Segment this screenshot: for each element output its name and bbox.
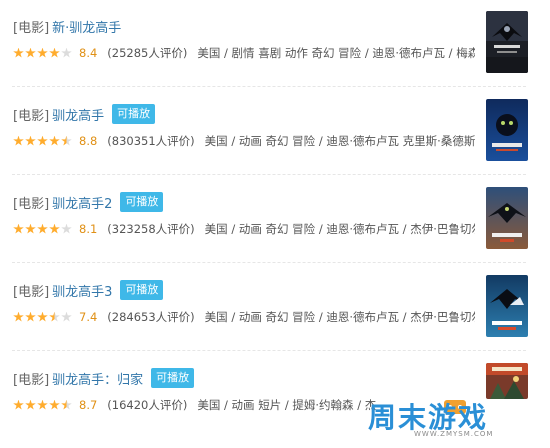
movie-poster-image[interactable] bbox=[486, 275, 528, 337]
result-item: [电影] 驯龙高手 可播放 8.8 (830351人评价) 美国 / 动画 奇幻… bbox=[0, 96, 550, 184]
movie-description: 美国 / 剧情 喜剧 动作 奇幻 冒险 / 迪恩·德布卢瓦 / 梅森 ... bbox=[197, 46, 475, 60]
playable-badge[interactable]: 可播放 bbox=[112, 104, 156, 124]
star-icon bbox=[61, 311, 72, 322]
result-title-row: [电影] 新·驯龙高手 bbox=[13, 14, 121, 38]
result-title-row: [电影] 驯龙高手 可播放 bbox=[13, 102, 156, 126]
rating-stars bbox=[13, 135, 73, 147]
rating-score: 8.8 bbox=[79, 134, 98, 148]
star-icon bbox=[49, 311, 60, 322]
rating-count: (25285人评价) bbox=[107, 46, 188, 60]
star-icon bbox=[25, 311, 36, 322]
movie-description: 美国 / 动画 奇幻 冒险 / 迪恩·德布卢瓦 / 杰伊·巴鲁切尔 ... bbox=[204, 222, 475, 236]
star-icon bbox=[13, 47, 24, 58]
rating-count: (323258人评价) bbox=[107, 222, 195, 236]
star-icon bbox=[25, 47, 36, 58]
rating-count: (830351人评价) bbox=[107, 134, 195, 148]
movie-description: 美国 / 动画 奇幻 冒险 / 迪恩·德布卢瓦 / 杰伊·巴鲁切尔 ... bbox=[204, 310, 475, 324]
category-label: [电影] bbox=[13, 284, 50, 300]
rating-stars bbox=[13, 311, 73, 323]
result-meta: 8.1 (323258人评价) 美国 / 动画 奇幻 冒险 / 迪恩·德布卢瓦 … bbox=[13, 220, 475, 238]
star-icon bbox=[49, 223, 60, 234]
star-icon bbox=[49, 399, 60, 410]
rating-score: 8.4 bbox=[79, 46, 98, 60]
movie-title-link[interactable]: 新·驯龙高手 bbox=[52, 17, 121, 36]
star-icon bbox=[13, 135, 24, 146]
result-item: [电影] 驯龙高手3 可播放 7.4 (284653人评价) 美国 / 动画 奇… bbox=[0, 272, 550, 360]
star-icon bbox=[13, 399, 24, 410]
rating-count: (16420人评价) bbox=[107, 398, 188, 412]
playable-badge[interactable]: 可播放 bbox=[120, 192, 164, 212]
rating-score: 7.4 bbox=[79, 310, 98, 324]
star-icon bbox=[13, 223, 24, 234]
star-icon bbox=[49, 135, 60, 146]
movie-description: 美国 / 动画 奇幻 冒险 / 迪恩·德布卢瓦 克里斯·桑德斯 / ... bbox=[204, 134, 475, 148]
star-icon bbox=[25, 399, 36, 410]
playable-badge[interactable]: 可播放 bbox=[151, 368, 195, 388]
movie-title-link[interactable]: 驯龙高手 bbox=[52, 105, 104, 124]
result-meta: 8.8 (830351人评价) 美国 / 动画 奇幻 冒险 / 迪恩·德布卢瓦 … bbox=[13, 132, 475, 150]
movie-description: 美国 / 动画 短片 / 提姆·约翰森 / 杰 bbox=[197, 398, 377, 412]
star-icon bbox=[37, 399, 48, 410]
movie-poster-image[interactable] bbox=[486, 11, 528, 73]
result-item: [电影] 新·驯龙高手 8.4 (25285人评价) 美国 / 剧情 喜剧 动作… bbox=[0, 8, 550, 96]
star-icon bbox=[49, 47, 60, 58]
rating-count: (284653人评价) bbox=[107, 310, 195, 324]
result-title-row: [电影] 驯龙高手2 可播放 bbox=[13, 190, 164, 214]
category-label: [电影] bbox=[13, 20, 50, 36]
site-watermark: 周末游戏 WWW.ZMYSM.COM bbox=[368, 396, 538, 446]
category-label: [电影] bbox=[13, 108, 50, 124]
result-item: [电影] 驯龙高手2 可播放 8.1 (323258人评价) 美国 / 动画 奇… bbox=[0, 184, 550, 272]
rating-score: 8.1 bbox=[79, 222, 98, 236]
divider bbox=[12, 262, 526, 263]
star-icon bbox=[61, 47, 72, 58]
divider bbox=[12, 174, 526, 175]
movie-poster-image[interactable] bbox=[486, 99, 528, 161]
star-icon bbox=[37, 135, 48, 146]
star-icon bbox=[25, 223, 36, 234]
star-icon bbox=[61, 135, 72, 146]
star-icon bbox=[61, 223, 72, 234]
result-title-row: [电影] 驯龙高手3 可播放 bbox=[13, 278, 164, 302]
watermark-url: WWW.ZMYSM.COM bbox=[414, 430, 494, 438]
star-icon bbox=[61, 399, 72, 410]
result-meta: 7.4 (284653人评价) 美国 / 动画 奇幻 冒险 / 迪恩·德布卢瓦 … bbox=[13, 308, 475, 326]
movie-title-link[interactable]: 驯龙高手2 bbox=[52, 193, 112, 212]
star-icon bbox=[37, 47, 48, 58]
rating-stars bbox=[13, 47, 73, 59]
star-icon bbox=[25, 135, 36, 146]
category-label: [电影] bbox=[13, 196, 50, 212]
movie-poster-image[interactable] bbox=[486, 363, 528, 399]
divider bbox=[12, 350, 526, 351]
result-title-row: [电影] 驯龙高手：归家 可播放 bbox=[13, 366, 195, 390]
rating-score: 8.7 bbox=[79, 398, 98, 412]
category-label: [电影] bbox=[13, 372, 50, 388]
star-icon bbox=[37, 223, 48, 234]
movie-title-link[interactable]: 驯龙高手3 bbox=[52, 281, 112, 300]
rating-stars bbox=[13, 399, 73, 411]
playable-badge[interactable]: 可播放 bbox=[120, 280, 164, 300]
divider bbox=[12, 86, 526, 87]
star-icon bbox=[13, 311, 24, 322]
rating-stars bbox=[13, 223, 73, 235]
movie-poster-image[interactable] bbox=[486, 187, 528, 249]
star-icon bbox=[37, 311, 48, 322]
movie-title-link[interactable]: 驯龙高手：归家 bbox=[52, 369, 143, 388]
result-meta: 8.4 (25285人评价) 美国 / 剧情 喜剧 动作 奇幻 冒险 / 迪恩·… bbox=[13, 44, 475, 62]
